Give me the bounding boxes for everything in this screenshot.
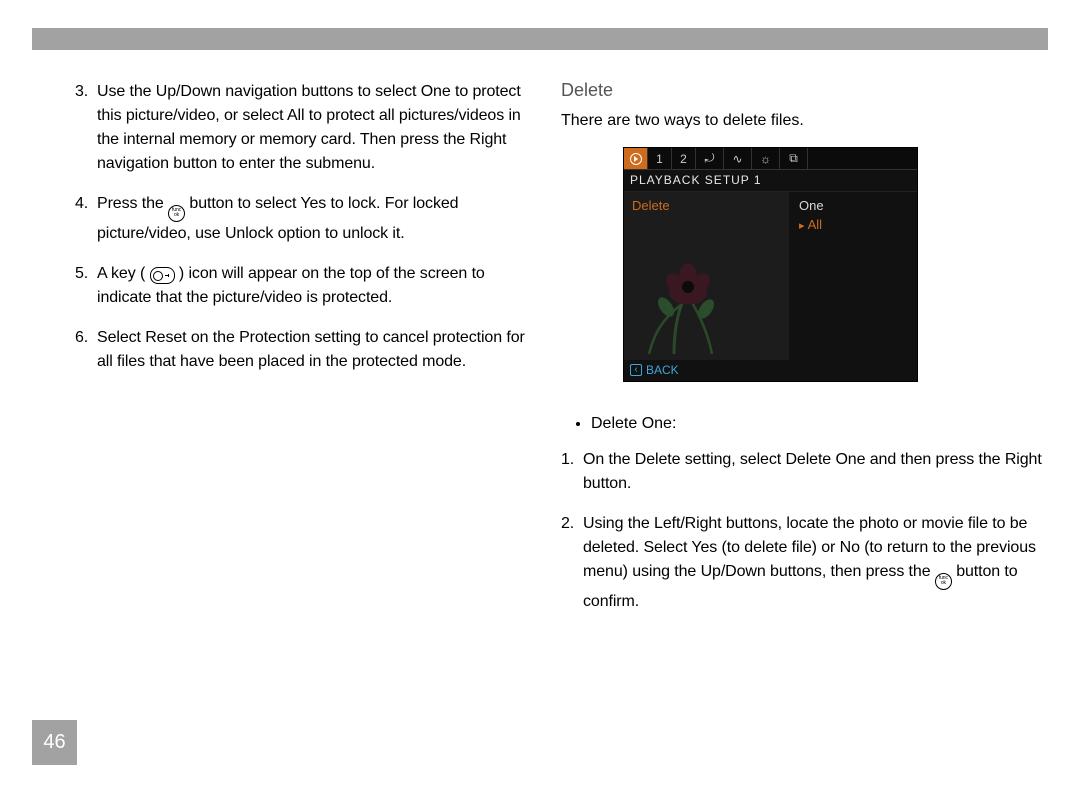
camera-tab-bar: 1 2 ⤾ ∿ ☼ ⧉ — [624, 148, 917, 170]
play-tab-icon — [624, 148, 648, 169]
step-number: 5. — [75, 262, 88, 286]
key-lock-icon — [150, 267, 175, 284]
instruction-list-right: 1. On the Delete setting, select Delete O… — [561, 448, 1048, 614]
bullet-list: Delete One: — [591, 412, 1048, 436]
step-text: Select Reset on the Protection setting t… — [97, 329, 525, 370]
camera-preview-pane: Delete — [624, 192, 789, 360]
back-icon — [630, 364, 642, 376]
camera-body: Delete — [624, 192, 917, 360]
step-text: On the Delete setting, select Delete One… — [583, 451, 1042, 492]
step-number: 1. — [561, 448, 574, 472]
tab-rotate-icon: ⤾ — [696, 148, 724, 169]
step-number: 3. — [75, 80, 88, 104]
option-one: One — [799, 198, 917, 213]
camera-screenshot: 1 2 ⤾ ∿ ☼ ⧉ PLAYBACK SETUP 1 Delete — [623, 147, 918, 382]
step-text-before: Press the — [97, 195, 168, 212]
tab-brightness-icon: ☼ — [752, 148, 780, 169]
func-ok-icon: funcok — [935, 573, 952, 590]
step-text: Use the Up/Down navigation buttons to se… — [97, 83, 521, 172]
menu-left-label: Delete — [632, 198, 670, 213]
left-column: 3. Use the Up/Down navigation buttons to … — [75, 80, 555, 715]
func-ok-icon: funcok — [168, 205, 185, 222]
section-heading: Delete — [561, 80, 1048, 101]
top-bar — [32, 28, 1048, 50]
page-number: 46 — [32, 720, 77, 765]
tab-wave-icon: ∿ — [724, 148, 752, 169]
content-area: 3. Use the Up/Down navigation buttons to … — [75, 80, 1048, 715]
step-5: 5.A key ( ) icon will appear on the top … — [97, 262, 530, 310]
step-4: 4.Press the funcok button to select Yes … — [97, 192, 530, 246]
flower-thumbnail-icon — [634, 259, 744, 354]
page-number-text: 46 — [43, 731, 65, 754]
camera-options-pane: One All — [789, 192, 917, 360]
step-number: 4. — [75, 192, 88, 216]
tab-frames-icon: ⧉ — [780, 148, 808, 169]
step-number: 6. — [75, 326, 88, 350]
tab-2: 2 — [672, 148, 696, 169]
right-column: Delete There are two ways to delete file… — [555, 80, 1048, 715]
option-all: All — [799, 217, 917, 232]
bullet-delete-one: Delete One: — [591, 412, 1048, 436]
tab-1: 1 — [648, 148, 672, 169]
step-3: 3.Use the Up/Down navigation buttons to … — [97, 80, 530, 176]
step-text-before: A key ( — [97, 265, 150, 282]
camera-header: PLAYBACK SETUP 1 — [624, 170, 917, 192]
instruction-list-left: 3. Use the Up/Down navigation buttons to … — [75, 80, 530, 374]
rstep-1: 1.On the Delete setting, select Delete O… — [583, 448, 1048, 496]
back-text: BACK — [646, 363, 679, 377]
rstep-2: 2.Using the Left/Right buttons, locate t… — [583, 512, 1048, 614]
step-number: 2. — [561, 512, 574, 536]
camera-back-label: BACK — [630, 363, 679, 377]
step-6: 6.Select Reset on the Protection setting… — [97, 326, 530, 374]
section-intro: There are two ways to delete files. — [561, 109, 1048, 133]
